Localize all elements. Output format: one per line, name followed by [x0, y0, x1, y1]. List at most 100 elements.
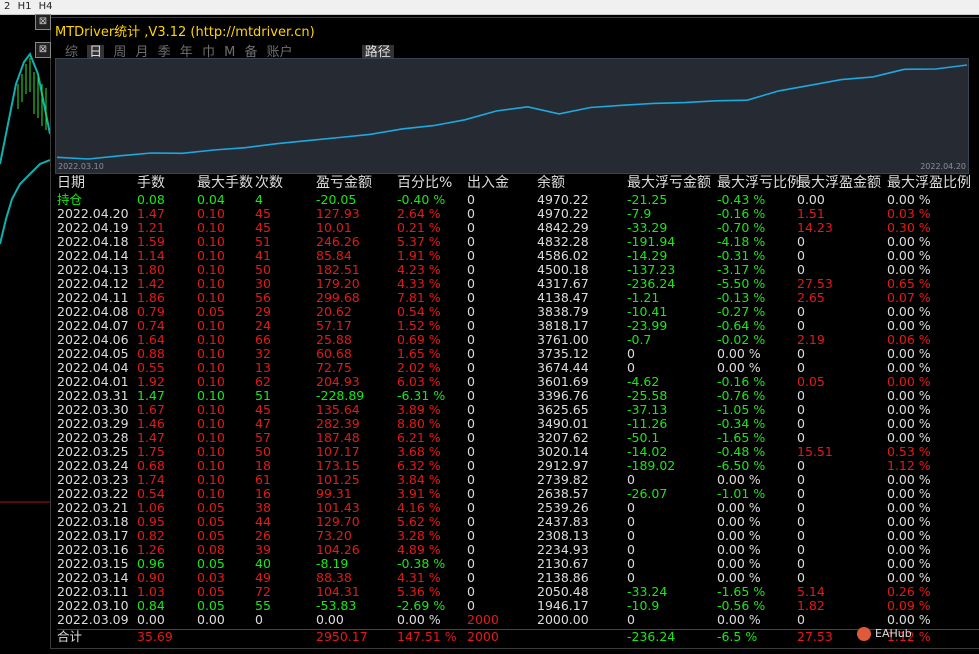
- cell-max-float-loss-pct: 0.00 %: [717, 514, 761, 529]
- total-max-float-loss: -236.24: [627, 629, 676, 644]
- cell-max-lots: 0.10: [197, 374, 225, 389]
- col-max-lots: 最大手数: [197, 175, 253, 191]
- table-row: 2022.04.05 0.88 0.10 32 60.68 1.65 % 0 3735.12 0…: [57, 347, 979, 361]
- cell-pl: 101.25: [316, 472, 360, 487]
- cell-lots: 1.26: [137, 542, 165, 557]
- cell-max-float-loss-pct: -0.13 %: [717, 290, 766, 305]
- cell-count: 41: [255, 248, 271, 263]
- cell-pct: 1.65 %: [397, 346, 441, 361]
- cell-max-float-loss: -33.29: [627, 220, 668, 235]
- cell-max-float-loss: 0: [627, 514, 635, 529]
- cell-pl: 20.62: [316, 304, 352, 319]
- cell-date: 2022.04.06: [57, 332, 129, 347]
- mtdriver-stats-panel: MTDriver统计 ,V3.12 (http://mtdriver.cn) ⊠…: [35, 14, 979, 649]
- cell-pct: 4.33 %: [397, 276, 441, 291]
- cell-pct: 8.80 %: [397, 416, 441, 431]
- minimize-icon[interactable]: ⊠: [35, 14, 51, 30]
- cell-date: 2022.03.22: [57, 486, 129, 501]
- cell-lots: 1.86: [137, 290, 165, 305]
- cell-date: 2022.04.18: [57, 234, 129, 249]
- table-row: 2022.04.12 1.42 0.10 30 179.20 4.33 % 0 4317.67…: [57, 277, 979, 291]
- cell-max-float-loss: -21.25: [627, 192, 668, 207]
- cell-io: 0: [467, 528, 475, 543]
- cell-balance: 3207.62: [537, 430, 589, 445]
- table-row: 持仓 0.08 0.04 4 -20.05 -0.40 % 0 4970.22 -21.25 -0…: [57, 193, 979, 207]
- cell-max-float-loss-pct: 0.00 %: [717, 556, 761, 571]
- cell-max-float-loss-pct: -1.05 %: [717, 402, 766, 417]
- cell-max-float-loss: -7.9: [627, 206, 652, 221]
- cell-max-float-loss: -11.26: [627, 416, 668, 431]
- table-row: 2022.04.04 0.55 0.10 13 72.75 2.02 % 0 3674.44 0…: [57, 361, 979, 375]
- cell-balance: 2739.82: [537, 472, 589, 487]
- menubar-item[interactable]: H4: [39, 1, 53, 12]
- cell-max-float-profit-pct: 1.12 %: [887, 458, 931, 473]
- cell-balance: 4138.47: [537, 290, 589, 305]
- cell-date: 2022.03.30: [57, 402, 129, 417]
- cell-io: 2000: [467, 612, 499, 627]
- cell-max-float-loss-pct: -0.16 %: [717, 206, 766, 221]
- cell-max-float-profit: 15.51: [797, 444, 833, 459]
- cell-max-float-profit: 27.53: [797, 276, 833, 291]
- close-icon[interactable]: ⊠: [35, 42, 51, 58]
- cell-max-float-loss-pct: -0.56 %: [717, 598, 766, 613]
- cell-pct: 7.81 %: [397, 290, 441, 305]
- cell-pl: 104.26: [316, 542, 360, 557]
- cell-date: 2022.03.29: [57, 416, 129, 431]
- cell-max-float-loss-pct: -1.01 %: [717, 486, 766, 501]
- cell-io: 0: [467, 458, 475, 473]
- cell-max-float-profit: 0: [797, 304, 805, 319]
- cell-pct: 0.21 %: [397, 220, 441, 235]
- cell-max-float-profit: 0.05: [797, 374, 825, 389]
- cell-lots: 0.90: [137, 570, 165, 585]
- cell-max-lots: 0.03: [197, 570, 225, 585]
- period-tabs: 综 日 周 月 季 年 巾 M 备 账户 路径: [65, 41, 399, 60]
- menubar-item[interactable]: 2: [4, 1, 10, 12]
- cell-max-float-profit: 14.23: [797, 220, 833, 235]
- cell-balance: 2130.67: [537, 556, 589, 571]
- cell-pl: 282.39: [316, 416, 360, 431]
- cell-pct: 5.62 %: [397, 514, 441, 529]
- cell-max-float-profit-pct: 0.00 %: [887, 500, 931, 515]
- cell-io: 0: [467, 402, 475, 417]
- cell-lots: 1.03: [137, 584, 165, 599]
- menubar-item[interactable]: H1: [18, 1, 32, 12]
- cell-max-float-loss-pct: -0.70 %: [717, 220, 766, 235]
- cell-max-float-loss: 0: [627, 500, 635, 515]
- cell-io: 0: [467, 472, 475, 487]
- total-row: 合计 35.69 2950.17 147.51 % 2000 -236.24 -…: [57, 629, 979, 644]
- cell-pl: 246.26: [316, 234, 360, 249]
- cell-count: 45: [255, 206, 271, 221]
- cell-max-float-profit-pct: 0.30 %: [887, 220, 931, 235]
- cell-lots: 1.74: [137, 472, 165, 487]
- cell-count: 4: [255, 192, 263, 207]
- total-lots: 35.69: [137, 629, 173, 644]
- cell-max-float-profit-pct: 0.65 %: [887, 276, 931, 291]
- cell-max-float-loss: -191.94: [627, 234, 676, 249]
- col-max-float-profit-pct: 最大浮盈比例: [887, 175, 971, 191]
- cell-max-float-profit-pct: 0.00 %: [887, 248, 931, 263]
- cell-pl: -228.89: [316, 388, 365, 403]
- table-row: 2022.03.11 1.03 0.05 72 104.31 5.36 % 0 2050.48…: [57, 585, 979, 599]
- cell-max-float-profit: 0: [797, 528, 805, 543]
- cell-count: 57: [255, 430, 271, 445]
- cell-max-float-profit-pct: 0.26 %: [887, 584, 931, 599]
- cell-max-float-profit: 0: [797, 542, 805, 557]
- table-row: 2022.03.18 0.95 0.05 44 129.70 5.62 % 0 2437.83…: [57, 515, 979, 529]
- cell-lots: 1.14: [137, 248, 165, 263]
- cell-max-lots: 0.10: [197, 220, 225, 235]
- cell-balance: 4500.18: [537, 262, 589, 277]
- cell-lots: 1.47: [137, 206, 165, 221]
- cell-max-float-loss: -50.1: [627, 430, 660, 445]
- cell-pct: 1.52 %: [397, 318, 441, 333]
- cell-io: 0: [467, 444, 475, 459]
- cell-io: 0: [467, 262, 475, 277]
- cell-max-lots: 0.00: [197, 612, 225, 627]
- cell-max-float-loss: 0: [627, 612, 635, 627]
- cell-date: 2022.03.15: [57, 556, 129, 571]
- cell-max-float-loss-pct: 0.00 %: [717, 528, 761, 543]
- cell-max-lots: 0.10: [197, 458, 225, 473]
- cell-pl: 72.75: [316, 360, 352, 375]
- cell-max-lots: 0.04: [197, 192, 225, 207]
- cell-balance: 3625.65: [537, 402, 589, 417]
- cell-date: 2022.03.28: [57, 430, 129, 445]
